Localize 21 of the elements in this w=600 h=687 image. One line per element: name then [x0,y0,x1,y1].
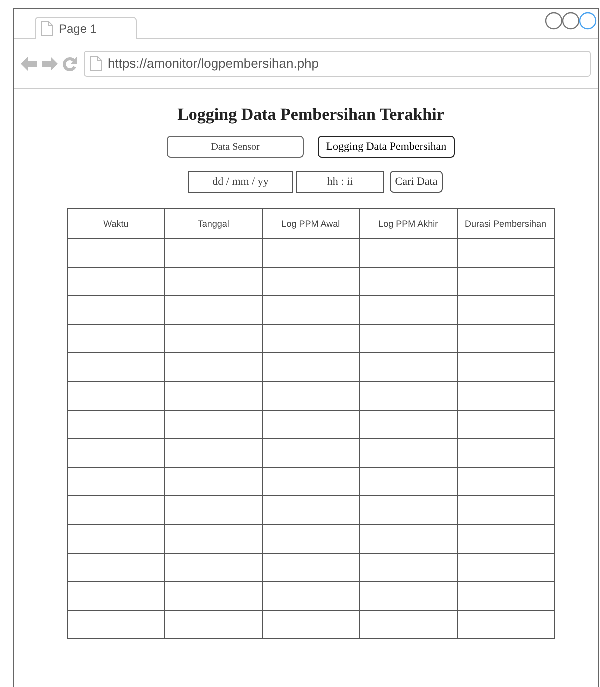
address-bar[interactable]: https://amonitor/logpembersihan.php [84,50,591,76]
column-header: Durasi Pembersihan [457,208,554,238]
page-icon [90,56,102,71]
browser-tab[interactable]: Page 1 [35,17,137,39]
nav-button[interactable]: Data Sensor [167,136,304,158]
page-title: Logging Data Pembersihan Terakhir [178,105,444,125]
url-text: https://amonitor/logpembersihan.php [108,56,320,71]
page-icon [41,21,53,36]
nav-button[interactable]: Logging Data Pembersihan [318,136,455,158]
column-header: Log PPM Akhir [360,208,458,238]
column-header: Log PPM Awal [262,208,360,238]
search-button[interactable]: Cari Data [390,171,443,193]
column-header: Tanggal [164,208,262,238]
date-field[interactable]: dd / mm / yy [188,171,294,193]
column-header: Waktu [68,208,165,238]
window-controls-icon[interactable] [545,11,598,31]
back-icon[interactable] [21,56,37,70]
tab-title: Page 1 [59,22,98,36]
forward-icon[interactable] [42,56,58,70]
reload-icon[interactable] [63,56,77,70]
time-field[interactable]: hh : ii [296,171,384,193]
